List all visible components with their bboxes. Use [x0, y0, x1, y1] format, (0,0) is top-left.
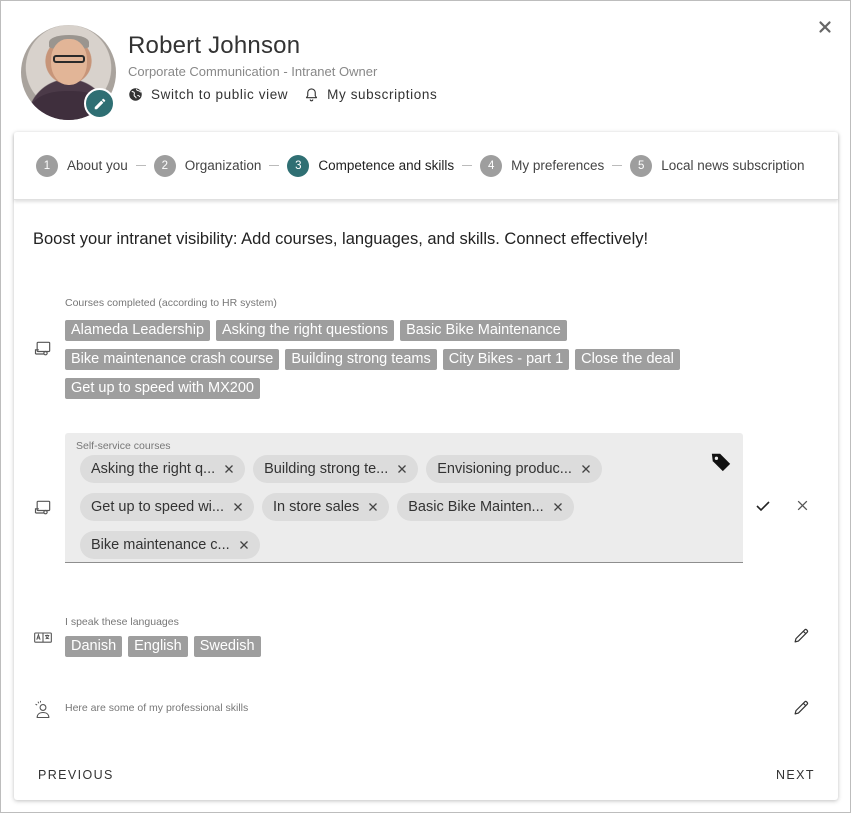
step-divider: [462, 165, 473, 166]
chip-label: Get up to speed wi...: [91, 499, 224, 515]
self-service-chip[interactable]: Get up to speed wi...: [80, 493, 254, 521]
previous-button[interactable]: PREVIOUS: [38, 768, 114, 782]
step-organization[interactable]: 2 Organization: [153, 154, 262, 177]
course-chip: City Bikes - part 1: [442, 349, 570, 370]
edit-skills-pencil-icon[interactable]: [793, 699, 810, 716]
my-subscriptions-link[interactable]: My subscriptions: [304, 87, 437, 102]
intro-text: Boost your intranet visibility: Add cour…: [33, 230, 649, 248]
self-service-chips: Asking the right q... Building strong te…: [80, 455, 700, 559]
step-number: 1: [36, 154, 58, 177]
course-chip: Asking the right questions: [216, 320, 395, 341]
course-certificate-icon: [34, 341, 51, 356]
step-label: My preferences: [511, 158, 605, 173]
remove-chip-icon[interactable]: [232, 501, 244, 513]
self-service-courses-label: Self-service courses: [76, 440, 171, 452]
avatar: [21, 25, 116, 120]
confirm-check-icon[interactable]: [755, 498, 771, 514]
step-number: 4: [480, 154, 503, 177]
step-divider: [269, 165, 280, 166]
profile-dialog: Robert Johnson Corporate Communication -…: [0, 0, 851, 813]
languages-label: I speak these languages: [65, 616, 179, 628]
step-divider: [135, 165, 146, 166]
remove-chip-icon[interactable]: [238, 539, 250, 551]
courses-completed-section: Courses completed (according to HR syste…: [65, 297, 765, 399]
step-label: Local news subscription: [661, 158, 805, 173]
step-about-you[interactable]: 1 About you: [36, 154, 128, 177]
bell-icon: [306, 88, 318, 102]
skills-section: Here are some of my professional skills: [65, 702, 248, 714]
language-chip: Danish: [65, 636, 123, 657]
step-number: 5: [630, 154, 653, 177]
skills-person-icon: [35, 700, 50, 719]
language-chip: English: [128, 636, 188, 657]
step-label: Competence and skills: [318, 158, 455, 173]
chip-label: Building strong te...: [264, 461, 389, 477]
course-chip: Close the deal: [575, 349, 680, 370]
header-links: Switch to public view My subscriptions: [128, 87, 437, 102]
courses-completed-label: Courses completed (according to HR syste…: [65, 297, 277, 309]
translate-icon: [34, 632, 52, 643]
self-service-chip[interactable]: In store sales: [262, 493, 390, 521]
self-service-chip[interactable]: Asking the right q...: [80, 455, 246, 483]
self-service-chip[interactable]: Envisioning produc...: [426, 455, 602, 483]
step-number: 2: [153, 154, 176, 177]
self-service-courses-input[interactable]: Self-service courses Asking the right q.…: [65, 433, 743, 563]
cancel-close-icon[interactable]: [796, 499, 809, 512]
course-chip: Building strong teams: [285, 349, 437, 370]
globe-icon: [129, 88, 142, 101]
self-service-chip[interactable]: Basic Bike Mainten...: [397, 493, 574, 521]
self-service-chip[interactable]: Building strong te...: [253, 455, 419, 483]
course-chip: Get up to speed with MX200: [65, 378, 260, 399]
user-name: Robert Johnson: [128, 32, 301, 59]
step-my-preferences[interactable]: 4 My preferences: [480, 154, 605, 177]
switch-public-view-link[interactable]: Switch to public view: [128, 87, 288, 102]
chip-label: In store sales: [273, 499, 360, 515]
course-chip: Basic Bike Maintenance: [400, 320, 567, 341]
wizard-card: 1 About you 2 Organization 3 Competence …: [14, 132, 838, 800]
close-icon[interactable]: [816, 18, 834, 36]
next-button[interactable]: NEXT: [776, 768, 815, 782]
step-divider: [612, 165, 623, 166]
switch-public-view-label: Switch to public view: [151, 87, 289, 102]
step-competence-and-skills[interactable]: 3 Competence and skills: [287, 154, 455, 177]
tag-icon[interactable]: [710, 451, 732, 473]
remove-chip-icon[interactable]: [396, 463, 408, 475]
chip-label: Bike maintenance c...: [91, 537, 230, 553]
remove-chip-icon[interactable]: [552, 501, 564, 513]
remove-chip-icon[interactable]: [580, 463, 592, 475]
self-service-chip[interactable]: Bike maintenance c...: [80, 531, 260, 559]
chip-label: Envisioning produc...: [437, 461, 572, 477]
my-subscriptions-label: My subscriptions: [327, 87, 438, 102]
step-number: 3: [287, 154, 310, 177]
language-chip: Swedish: [193, 636, 261, 657]
user-role: Corporate Communication - Intranet Owner: [128, 64, 378, 79]
language-chips: Danish English Swedish: [65, 636, 261, 657]
edit-languages-pencil-icon[interactable]: [793, 627, 810, 644]
remove-chip-icon[interactable]: [223, 463, 235, 475]
step-local-news-subscription[interactable]: 5 Local news subscription: [630, 154, 805, 177]
stepper: 1 About you 2 Organization 3 Competence …: [14, 132, 838, 200]
step-label: About you: [67, 158, 128, 173]
course-certificate-icon: [34, 500, 51, 515]
languages-section: I speak these languages Danish English S…: [65, 616, 261, 657]
pencil-icon: [94, 98, 105, 109]
course-chip: Alameda Leadership: [65, 320, 211, 341]
chip-label: Basic Bike Mainten...: [408, 499, 544, 515]
course-chip: Bike maintenance crash course: [65, 349, 280, 370]
remove-chip-icon[interactable]: [367, 501, 379, 513]
step-label: Organization: [184, 158, 262, 173]
courses-completed-chips: Alameda Leadership Asking the right ques…: [65, 320, 745, 399]
skills-label: Here are some of my professional skills: [65, 702, 249, 714]
chip-label: Asking the right q...: [91, 461, 216, 477]
edit-avatar-button[interactable]: [84, 88, 115, 119]
